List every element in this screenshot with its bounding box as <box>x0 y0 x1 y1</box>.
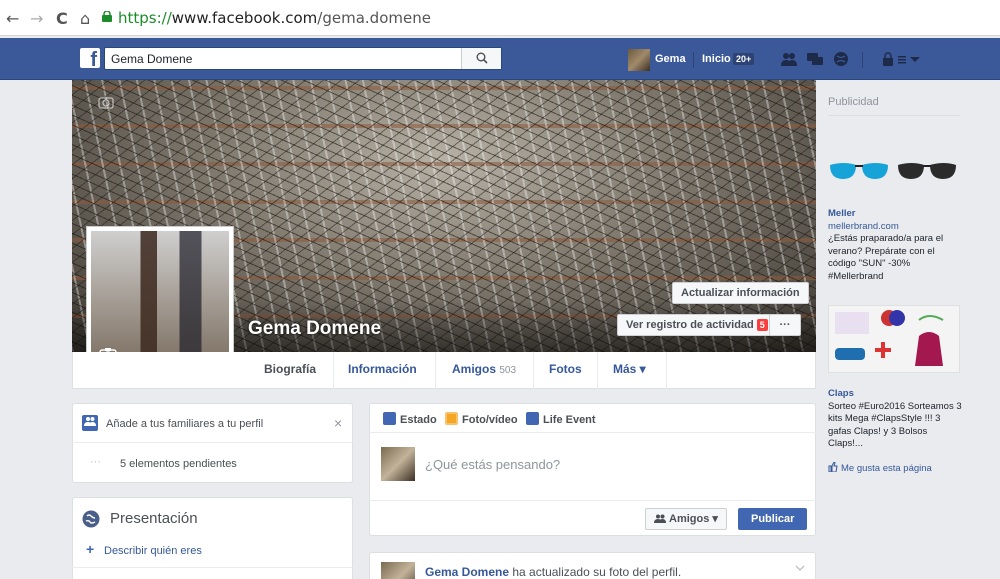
profile-tabs <box>72 352 816 389</box>
pending-dots-icon: ··· <box>90 456 101 468</box>
home-button[interactable]: ⌂ <box>80 9 90 28</box>
audience-label: Amigos ▾ <box>669 513 718 525</box>
home-link[interactable]: Inicio <box>702 53 731 65</box>
family-icon <box>82 415 98 431</box>
publish-button[interactable]: Publicar <box>738 508 808 530</box>
ad-claps-like-label: Me gusta esta página <box>841 463 932 474</box>
family-divider <box>72 442 353 443</box>
topbar-divider <box>693 52 694 68</box>
claps-ad-graphic <box>835 310 944 366</box>
back-button[interactable]: ← <box>6 9 19 28</box>
ad-meller[interactable]: Meller mellerbrand.com ¿Estás praparado/… <box>828 208 963 283</box>
composer-tab-status-label: Estado <box>400 414 437 426</box>
friends-count: 503 <box>499 365 517 376</box>
tab-separator <box>666 352 667 389</box>
address-bar[interactable]: https://www.facebook.com/gema.domene <box>118 9 431 27</box>
tab-fotos[interactable]: Fotos <box>549 362 582 376</box>
audience-selector[interactable]: Amigos ▾ <box>645 508 727 530</box>
home-count-badge: 20+ <box>733 53 755 65</box>
flag-icon <box>526 412 539 425</box>
post-action-text: ha actualizado su foto del perfil. <box>512 565 682 579</box>
tab-separator <box>333 352 334 389</box>
url-path: /gema.domene <box>317 9 431 27</box>
tab-mas[interactable]: Más ▾ <box>613 362 646 376</box>
friend-requests-icon[interactable] <box>780 51 798 67</box>
tab-separator <box>435 352 436 389</box>
composer-tab-event[interactable]: Life Event <box>526 412 596 426</box>
claps-ad-image[interactable] <box>828 305 960 373</box>
url-host: www.facebook.com <box>171 9 318 27</box>
sunglasses-ad-image[interactable] <box>828 155 958 185</box>
url-scheme: https:// <box>118 9 172 27</box>
pencil-icon <box>383 412 396 425</box>
intro-title: Presentación <box>110 510 198 527</box>
tab-amigos-label: Amigos <box>452 362 497 376</box>
activity-log-button[interactable]: Ver registro de actividad 5 <box>617 314 777 336</box>
search-input[interactable] <box>105 48 465 69</box>
tab-separator <box>533 352 534 389</box>
profile-name[interactable]: Gema Domene <box>248 318 381 340</box>
messages-icon[interactable] <box>806 51 824 67</box>
profile-picture[interactable] <box>91 231 229 369</box>
composer-avatar[interactable] <box>381 447 415 481</box>
describe-yourself-link[interactable]: Describir quién eres <box>104 545 202 557</box>
post-header: Gema Domene ha actualizado su foto del p… <box>425 565 681 579</box>
settings-dropdown-icon[interactable] <box>910 51 920 67</box>
lock-icon <box>102 11 112 22</box>
user-avatar[interactable] <box>628 49 650 71</box>
family-close-button[interactable]: × <box>334 415 342 431</box>
notifications-globe-icon[interactable] <box>832 51 850 67</box>
cover-camera-icon[interactable] <box>98 95 114 109</box>
family-card <box>72 403 353 483</box>
activity-log-label: Ver registro de actividad <box>626 319 754 331</box>
tab-informacion[interactable]: Información <box>348 362 417 376</box>
composer-tab-event-label: Life Event <box>543 414 596 426</box>
friends-icon <box>654 514 666 523</box>
lines-icon <box>898 56 906 64</box>
plus-icon: + <box>86 541 95 557</box>
post-options-chevron-icon[interactable] <box>795 565 805 571</box>
user-name-link[interactable]: Gema <box>655 53 686 65</box>
search-box <box>104 47 502 70</box>
family-prompt-text[interactable]: Añade a tus familiares a tu perfil <box>106 418 263 430</box>
post-author-link[interactable]: Gema Domene <box>425 565 509 579</box>
tab-biografia[interactable]: Biografía <box>264 362 316 376</box>
composer-tab-photo[interactable]: Foto/vídeo <box>445 412 518 426</box>
composer-input[interactable]: ¿Qué estás pensando? <box>425 457 560 472</box>
post-avatar[interactable] <box>381 562 415 579</box>
photo-icon <box>445 412 458 425</box>
activity-log-count-badge: 5 <box>756 319 768 331</box>
composer-footer-divider <box>369 500 816 501</box>
topbar-divider-2 <box>862 52 863 68</box>
ad-meller-title[interactable]: Meller <box>828 208 963 221</box>
intro-divider <box>72 567 353 568</box>
facebook-logo-icon[interactable]: f <box>80 48 100 68</box>
search-icon <box>476 52 488 64</box>
composer-tab-status[interactable]: Estado <box>383 412 437 426</box>
globe-icon <box>82 510 100 528</box>
forward-button[interactable]: → <box>30 9 43 28</box>
ads-divider <box>828 115 960 116</box>
pending-items-link[interactable]: 5 elementos pendientes <box>120 458 237 470</box>
tab-separator <box>597 352 598 389</box>
composer-tab-photo-label: Foto/vídeo <box>462 414 518 426</box>
ad-claps-like-link[interactable]: Me gusta esta página <box>828 461 932 474</box>
ad-claps-title[interactable]: Claps <box>828 388 963 401</box>
thumbs-up-icon <box>828 461 838 473</box>
tab-amigos[interactable]: Amigos 503 <box>452 362 516 376</box>
search-button[interactable] <box>461 48 501 69</box>
ad-claps[interactable]: Claps Sorteo #Euro2016 Sorteamos 3 kits … <box>828 388 963 451</box>
ads-header: Publicidad <box>828 96 879 108</box>
privacy-shortcuts-icon[interactable] <box>882 51 894 67</box>
more-options-button[interactable]: ··· <box>769 314 801 336</box>
composer-divider <box>369 432 816 433</box>
ad-meller-domain[interactable]: mellerbrand.com <box>828 221 963 234</box>
update-info-button[interactable]: Actualizar información <box>672 282 809 304</box>
reload-button[interactable]: C <box>56 9 68 28</box>
ad-meller-body: ¿Estás praparado/a para el verano? Prepá… <box>828 233 944 282</box>
ad-claps-body: Sorteo #Euro2016 Sorteamos 3 kits Mega #… <box>828 400 962 450</box>
